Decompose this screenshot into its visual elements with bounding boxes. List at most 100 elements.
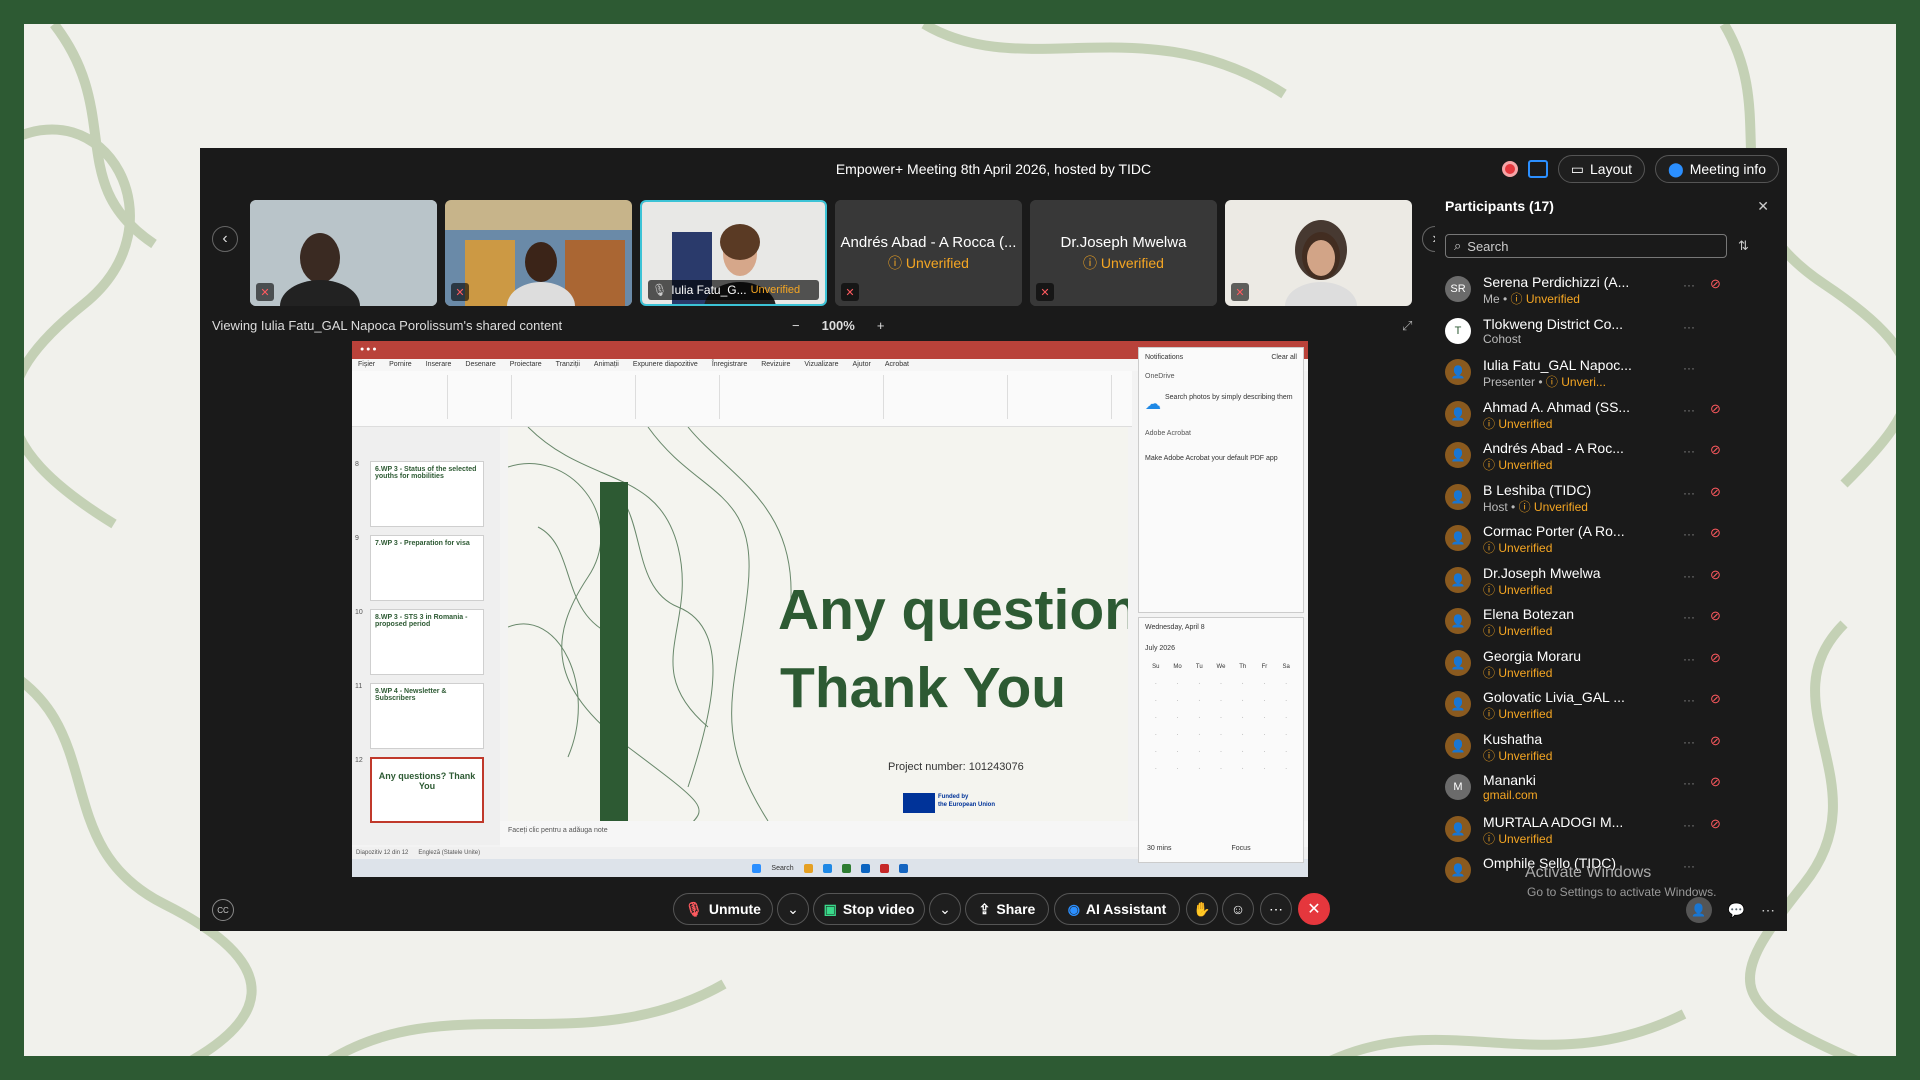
- zoom-out-button[interactable]: −: [792, 318, 800, 333]
- filmstrip-prev-icon[interactable]: ‹: [212, 226, 238, 252]
- calendar-day[interactable]: ·: [1232, 732, 1254, 738]
- calendar-day[interactable]: ·: [1254, 732, 1276, 738]
- video-tile[interactable]: ✕: [1225, 200, 1412, 306]
- participant-more-icon[interactable]: ···: [1683, 278, 1695, 292]
- share-button[interactable]: ⇪ Share: [965, 893, 1049, 925]
- participant-more-icon[interactable]: ···: [1683, 652, 1695, 666]
- calendar-day[interactable]: ·: [1275, 681, 1297, 687]
- captions-icon[interactable]: CC: [212, 899, 234, 921]
- participant-more-icon[interactable]: ···: [1683, 735, 1695, 749]
- participant-row[interactable]: 👤 Dr.Joseph Mwelwa ⓘ Unverified ··· ⊘: [1445, 561, 1745, 603]
- calendar-day[interactable]: ·: [1275, 698, 1297, 704]
- slide-thumbnail[interactable]: 6.WP 3 - Status of the selected youths f…: [370, 461, 484, 527]
- participant-row[interactable]: 👤 Iulia Fatu_GAL Napoc... Presenter • ⓘ Un…: [1445, 353, 1745, 395]
- participant-more-icon[interactable]: ···: [1683, 403, 1695, 417]
- zoom-in-button[interactable]: +: [877, 318, 885, 333]
- stage-icon[interactable]: [1527, 160, 1548, 178]
- participant-more-icon[interactable]: ···: [1683, 818, 1695, 832]
- participant-more-icon[interactable]: ···: [1683, 859, 1695, 873]
- participant-more-icon[interactable]: ···: [1683, 444, 1695, 458]
- calendar-day[interactable]: ·: [1254, 715, 1276, 721]
- calendar-day[interactable]: ·: [1145, 698, 1167, 704]
- slide-thumbnail[interactable]: 7.WP 3 - Preparation for visa: [370, 535, 484, 601]
- participant-more-icon[interactable]: ···: [1683, 776, 1695, 790]
- audio-options-chevron-icon[interactable]: ⌄: [777, 893, 809, 925]
- more-options-icon[interactable]: ⋯: [1260, 893, 1292, 925]
- participant-more-icon[interactable]: ···: [1683, 320, 1695, 334]
- calendar-day[interactable]: ·: [1232, 698, 1254, 704]
- ai-assistant-button[interactable]: ◉ AI Assistant: [1054, 893, 1180, 925]
- participant-row[interactable]: 👤 Golovatic Livia_GAL ... ⓘ Unverified ··· ⊘: [1445, 685, 1745, 727]
- participant-more-icon[interactable]: ···: [1683, 569, 1695, 583]
- recording-indicator-icon[interactable]: [1501, 161, 1518, 177]
- calendar-day[interactable]: ·: [1210, 749, 1232, 755]
- calendar-day[interactable]: ·: [1210, 698, 1232, 704]
- calendar-day[interactable]: ·: [1188, 698, 1210, 704]
- sort-icon[interactable]: ⇅: [1738, 238, 1749, 254]
- calendar-day[interactable]: ·: [1188, 732, 1210, 738]
- participant-row[interactable]: 👤 Georgia Moraru ⓘ Unverified ··· ⊘: [1445, 644, 1745, 686]
- chat-icon[interactable]: 💬: [1728, 902, 1745, 919]
- calendar-day[interactable]: ·: [1145, 715, 1167, 721]
- calendar-day[interactable]: ·: [1167, 715, 1189, 721]
- participant-row[interactable]: SR Serena Perdichizzi (A... Me • ⓘ Unverif…: [1445, 270, 1745, 312]
- name-tile[interactable]: Andrés Abad - A Rocca (... ⓘ Unverified …: [835, 200, 1022, 306]
- participant-row[interactable]: 👤 Ahmad A. Ahmad (SS... ⓘ Unverified ··· ⊘: [1445, 395, 1745, 437]
- video-tile[interactable]: ✕: [250, 200, 437, 306]
- video-tile[interactable]: ✕: [445, 200, 632, 306]
- participant-row[interactable]: 👤 Elena Botezan ⓘ Unverified ··· ⊘: [1445, 602, 1745, 644]
- participant-more-icon[interactable]: ···: [1683, 527, 1695, 541]
- calendar-day[interactable]: ·: [1145, 766, 1167, 772]
- calendar-day[interactable]: ·: [1254, 766, 1276, 772]
- slide-thumbnail-selected[interactable]: Any questions? Thank You: [370, 757, 484, 823]
- calendar-day[interactable]: ·: [1275, 715, 1297, 721]
- calendar-day[interactable]: ·: [1232, 681, 1254, 687]
- video-tile-active-speaker[interactable]: 🎙 Iulia Fatu_G... Unverified: [640, 200, 827, 306]
- participant-row[interactable]: M Mananki gmail.com ··· ⊘: [1445, 768, 1745, 810]
- notif-clear-button[interactable]: Clear all: [1271, 354, 1297, 361]
- calendar-day[interactable]: ·: [1167, 681, 1189, 687]
- participant-more-icon[interactable]: ···: [1683, 361, 1695, 375]
- calendar-day[interactable]: ·: [1145, 749, 1167, 755]
- participant-more-icon[interactable]: ···: [1683, 693, 1695, 707]
- calendar-day[interactable]: ·: [1275, 749, 1297, 755]
- calendar-day[interactable]: ·: [1232, 766, 1254, 772]
- calendar-day[interactable]: ·: [1188, 749, 1210, 755]
- calendar-day[interactable]: ·: [1210, 715, 1232, 721]
- video-options-chevron-icon[interactable]: ⌄: [929, 893, 961, 925]
- participant-more-icon[interactable]: ···: [1683, 610, 1695, 624]
- calendar-day[interactable]: ·: [1167, 766, 1189, 772]
- calendar-day[interactable]: ·: [1167, 749, 1189, 755]
- calendar-day[interactable]: ·: [1210, 732, 1232, 738]
- calendar-day[interactable]: ·: [1210, 766, 1232, 772]
- calendar-day[interactable]: ·: [1254, 749, 1276, 755]
- participant-row[interactable]: T Tlokweng District Co... Cohost ···: [1445, 312, 1745, 354]
- calendar-day[interactable]: ·: [1145, 681, 1167, 687]
- close-icon[interactable]: ✕: [1757, 198, 1769, 215]
- calendar-day[interactable]: ·: [1232, 749, 1254, 755]
- slide-thumbnail[interactable]: 9.WP 4 - Newsletter & Subscribers: [370, 683, 484, 749]
- calendar-day[interactable]: ·: [1232, 715, 1254, 721]
- participant-row[interactable]: 👤 Cormac Porter (A Ro... ⓘ Unverified ··· ⊘: [1445, 519, 1745, 561]
- participant-row[interactable]: 👤 MURTALA ADOGI M... ⓘ Unverified ··· ⊘: [1445, 810, 1745, 852]
- calendar-day[interactable]: ·: [1254, 698, 1276, 704]
- raise-hand-icon[interactable]: ✋: [1186, 893, 1218, 925]
- reactions-icon[interactable]: ☺: [1222, 893, 1254, 925]
- meeting-info-button[interactable]: ⬤ Meeting info: [1655, 155, 1779, 183]
- calendar-day[interactable]: ·: [1275, 766, 1297, 772]
- calendar-day[interactable]: ·: [1188, 715, 1210, 721]
- calendar-day[interactable]: ·: [1145, 732, 1167, 738]
- calendar-day[interactable]: ·: [1188, 681, 1210, 687]
- participant-search-input[interactable]: ⌕ Search: [1445, 234, 1727, 258]
- name-tile[interactable]: Dr.Joseph Mwelwa ⓘ Unverified ✕: [1030, 200, 1217, 306]
- calendar-day[interactable]: ·: [1188, 766, 1210, 772]
- calendar-day[interactable]: ·: [1254, 681, 1276, 687]
- expand-icon[interactable]: ⤢: [1402, 318, 1412, 334]
- participant-more-icon[interactable]: ···: [1683, 486, 1695, 500]
- unmute-button[interactable]: 🎙 Unmute: [673, 893, 773, 925]
- calendar-day[interactable]: ·: [1210, 681, 1232, 687]
- calendar-day[interactable]: ·: [1167, 698, 1189, 704]
- focus-button[interactable]: Focus: [1232, 845, 1251, 852]
- stop-video-button[interactable]: ▣ Stop video: [813, 893, 925, 925]
- participant-row[interactable]: 👤 Andrés Abad - A Roc... ⓘ Unverified ··· ⊘: [1445, 436, 1745, 478]
